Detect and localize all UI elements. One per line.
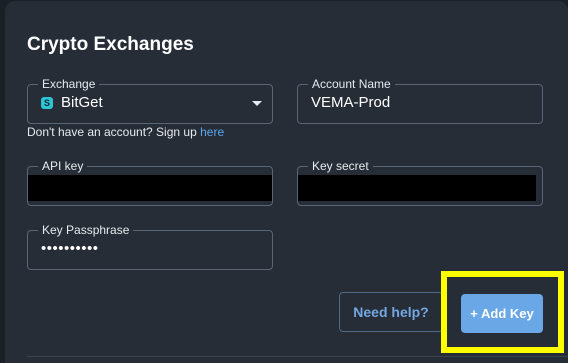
api-key-redacted	[28, 175, 272, 201]
api-key-field[interactable]: API key	[27, 158, 273, 206]
account-name-value: VEMA-Prod	[311, 94, 391, 111]
key-passphrase-field[interactable]: Key Passphrase ••••••••••	[27, 222, 273, 270]
divider	[27, 356, 568, 357]
signup-link[interactable]: here	[200, 125, 224, 139]
key-secret-redacted	[298, 175, 536, 201]
add-key-button[interactable]: + Add Key	[461, 294, 543, 333]
signup-prompt: Don't have an account? Sign up here	[27, 125, 224, 139]
key-passphrase-label: Key Passphrase	[38, 222, 134, 238]
key-secret-label: Key secret	[308, 158, 373, 174]
signup-text: Don't have an account? Sign up	[27, 125, 201, 139]
exchange-label: Exchange	[38, 76, 100, 92]
need-help-button[interactable]: Need help?	[339, 292, 443, 332]
chevron-down-icon[interactable]	[252, 101, 262, 106]
key-passphrase-value: ••••••••••	[41, 240, 99, 257]
bitget-logo-icon: S	[41, 97, 53, 109]
api-key-label: API key	[38, 158, 88, 174]
exchange-select[interactable]: Exchange S BitGet	[27, 76, 273, 124]
key-secret-field[interactable]: Key secret	[297, 158, 543, 206]
account-name-field[interactable]: Account Name VEMA-Prod	[297, 76, 543, 124]
panel-title: Crypto Exchanges	[27, 34, 194, 55]
exchange-selected-value: BitGet	[61, 94, 103, 111]
account-name-label: Account Name	[308, 76, 395, 92]
